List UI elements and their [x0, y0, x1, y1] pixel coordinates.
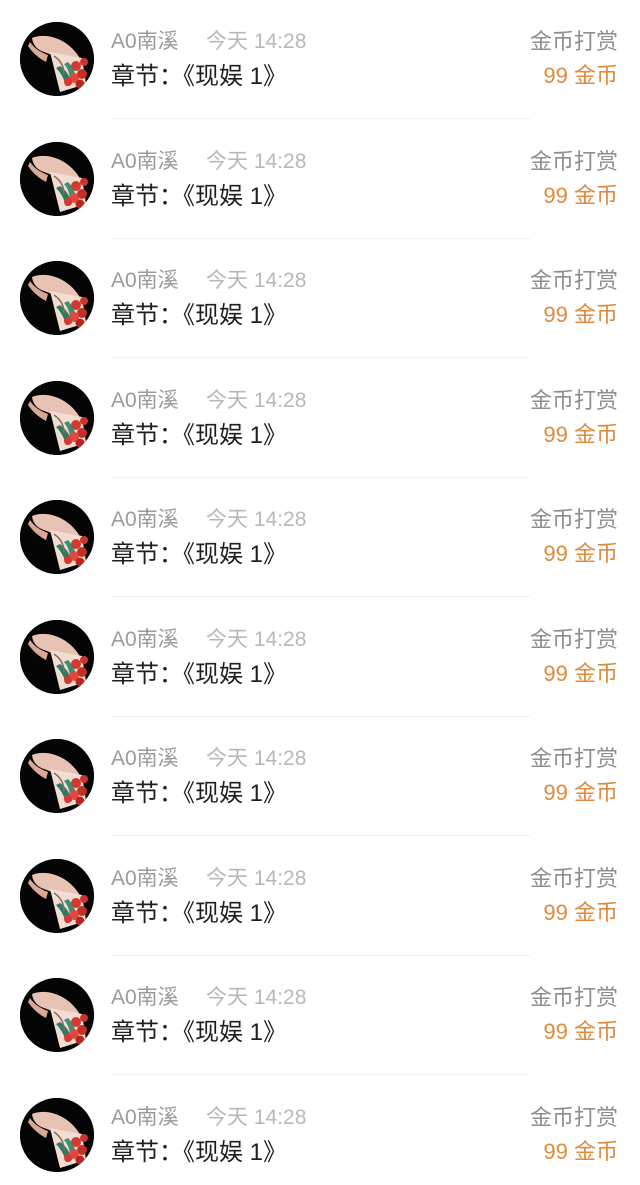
avatar[interactable] [20, 739, 94, 813]
reward-type-label: 金币打赏 [529, 507, 618, 532]
avatar[interactable] [20, 619, 94, 694]
reward-type-label: 金币打赏 [529, 865, 618, 891]
avatar[interactable] [20, 978, 94, 1052]
reward-amount: 99 金币 [543, 182, 618, 208]
reward-type-label: 金币打赏 [529, 268, 618, 293]
avatar[interactable] [20, 141, 94, 216]
avatar[interactable] [20, 858, 94, 933]
chapter-title: 章节：《现娱 1》 [111, 780, 288, 807]
username[interactable]: A0南溪 [111, 29, 179, 55]
chapter-title: 章节：《现娱 1》 [111, 1019, 288, 1046]
username[interactable]: A0南溪 [111, 746, 179, 772]
reward-type-label: 金币打赏 [529, 148, 618, 174]
rose-bouquet-icon [20, 22, 94, 96]
rose-bouquet-icon [20, 141, 94, 216]
timestamp: 今天 14:28 [206, 1105, 307, 1129]
rose-bouquet-icon [20, 261, 94, 335]
username[interactable]: A0南溪 [111, 1105, 179, 1131]
reward-amount: 99 金币 [543, 780, 618, 805]
reward-amount: 99 金币 [543, 660, 618, 686]
username[interactable]: A0南溪 [111, 507, 179, 533]
timestamp: 今天 14:28 [206, 508, 307, 531]
reward-type-label: 金币打赏 [529, 387, 618, 413]
avatar[interactable] [20, 261, 94, 335]
timestamp: 今天 14:28 [206, 747, 307, 770]
avatar[interactable] [20, 500, 94, 574]
avatar[interactable] [20, 380, 94, 455]
avatar[interactable] [20, 22, 94, 96]
rose-bouquet-icon [20, 500, 94, 574]
timestamp: 今天 14:28 [206, 30, 307, 53]
reward-record-row[interactable]: A0南溪 今天 14:28 章节：《现娱 1》 金币打赏 99 金币 [0, 1076, 640, 1185]
timestamp: 今天 14:28 [206, 388, 307, 412]
chapter-title: 章节：《现娱 1》 [111, 541, 288, 568]
username[interactable]: A0南溪 [111, 627, 179, 653]
chapter-title: 章节：《现娱 1》 [111, 421, 288, 449]
rose-bouquet-icon [20, 1097, 94, 1172]
timestamp: 今天 14:28 [206, 269, 307, 292]
username[interactable]: A0南溪 [111, 268, 179, 294]
reward-amount: 99 金币 [543, 302, 618, 327]
reward-record-row[interactable]: A0南溪 今天 14:28 章节：《现娱 1》 金币打赏 99 金币 [0, 0, 640, 119]
reward-amount: 99 金币 [543, 63, 618, 88]
reward-amount: 99 金币 [543, 1019, 618, 1044]
reward-type-label: 金币打赏 [529, 29, 618, 54]
timestamp: 今天 14:28 [206, 149, 307, 173]
reward-record-row[interactable]: A0南溪 今天 14:28 章节：《现娱 1》 金币打赏 99 金币 [0, 598, 640, 717]
avatar[interactable] [20, 1097, 94, 1172]
reward-record-row[interactable]: A0南溪 今天 14:28 章节：《现娱 1》 金币打赏 99 金币 [0, 120, 640, 239]
rose-bouquet-icon [20, 858, 94, 933]
reward-type-label: 金币打赏 [529, 985, 618, 1010]
reward-type-label: 金币打赏 [529, 746, 618, 771]
rose-bouquet-icon [20, 380, 94, 455]
reward-record-list: A0南溪 今天 14:28 章节：《现娱 1》 金币打赏 99 金币 A0南溪 … [0, 0, 640, 1185]
username[interactable]: A0南溪 [111, 985, 179, 1011]
reward-amount: 99 金币 [543, 541, 618, 566]
timestamp: 今天 14:28 [206, 627, 307, 651]
reward-amount: 99 金币 [543, 1138, 618, 1164]
chapter-title: 章节：《现娱 1》 [111, 899, 288, 927]
username[interactable]: A0南溪 [111, 866, 179, 892]
reward-type-label: 金币打赏 [529, 1104, 618, 1130]
reward-record-row[interactable]: A0南溪 今天 14:28 章节：《现娱 1》 金币打赏 99 金币 [0, 717, 640, 836]
reward-record-row[interactable]: A0南溪 今天 14:28 章节：《现娱 1》 金币打赏 99 金币 [0, 359, 640, 478]
username[interactable]: A0南溪 [111, 149, 179, 175]
chapter-title: 章节：《现娱 1》 [111, 302, 288, 329]
timestamp: 今天 14:28 [206, 986, 307, 1009]
username[interactable]: A0南溪 [111, 388, 179, 414]
reward-type-label: 金币打赏 [529, 626, 618, 652]
chapter-title: 章节：《现娱 1》 [111, 63, 288, 90]
chapter-title: 章节：《现娱 1》 [111, 660, 288, 688]
reward-record-row[interactable]: A0南溪 今天 14:28 章节：《现娱 1》 金币打赏 99 金币 [0, 956, 640, 1075]
chapter-title: 章节：《现娱 1》 [111, 182, 288, 210]
reward-amount: 99 金币 [543, 899, 618, 925]
timestamp: 今天 14:28 [206, 866, 307, 890]
rose-bouquet-icon [20, 619, 94, 694]
reward-record-row[interactable]: A0南溪 今天 14:28 章节：《现娱 1》 金币打赏 99 金币 [0, 837, 640, 956]
rose-bouquet-icon [20, 978, 94, 1052]
reward-record-row[interactable]: A0南溪 今天 14:28 章节：《现娱 1》 金币打赏 99 金币 [0, 239, 640, 358]
reward-record-row[interactable]: A0南溪 今天 14:28 章节：《现娱 1》 金币打赏 99 金币 [0, 478, 640, 597]
chapter-title: 章节：《现娱 1》 [111, 1138, 288, 1166]
rose-bouquet-icon [20, 739, 94, 813]
reward-amount: 99 金币 [543, 421, 618, 447]
